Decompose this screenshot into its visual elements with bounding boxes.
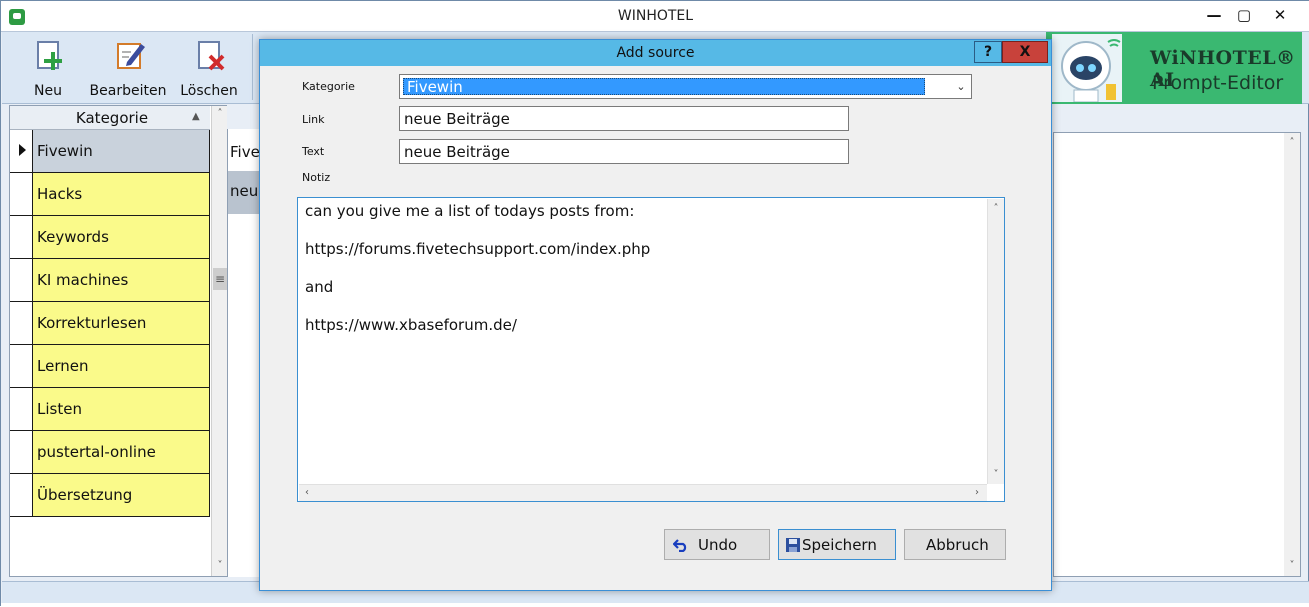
category-cell: Fivewin (33, 130, 210, 172)
notes-textarea[interactable]: can you give me a list of todays posts f… (297, 197, 1005, 502)
category-scrollbar[interactable]: ˄ ≡ ˅ (211, 106, 227, 576)
preview-panel: ˄ ˅ (1053, 132, 1301, 577)
scroll-thumb[interactable]: ≡ (213, 268, 227, 290)
scroll-left-icon[interactable]: ‹ (299, 485, 315, 501)
scroll-up-icon[interactable]: ˄ (1284, 135, 1300, 151)
save-button[interactable]: Speichern (778, 529, 896, 560)
delete-document-icon (198, 41, 225, 71)
category-rows: Fivewin Hacks Keywords KI machines Korre… (10, 130, 210, 517)
dialog-close-button[interactable]: X (1002, 41, 1048, 63)
save-label: Speichern (802, 536, 877, 554)
maximize-button[interactable]: ▢ (1227, 4, 1261, 28)
row-indicator (10, 302, 33, 344)
category-cell: Lernen (33, 345, 210, 387)
category-cell: KI machines (33, 259, 210, 301)
category-cell: Keywords (33, 216, 210, 258)
link-field[interactable]: neue Beiträge (399, 106, 849, 131)
toolbar-separator (252, 34, 253, 100)
preview-scrollbar[interactable]: ˄ ˅ (1284, 133, 1300, 576)
scroll-right-icon[interactable]: › (969, 485, 985, 501)
undo-label: Undo (698, 536, 738, 554)
category-cell: Korrekturlesen (33, 302, 210, 344)
chevron-down-icon[interactable]: ⌄ (952, 78, 970, 96)
new-button[interactable]: Neu (9, 32, 87, 104)
category-cell: Hacks (33, 173, 210, 215)
notes-vertical-scrollbar[interactable]: ˄ ˅ (987, 199, 1004, 484)
edit-button[interactable]: Bearbeiten (89, 32, 167, 104)
category-cell: Listen (33, 388, 210, 430)
minimize-button[interactable]: — (1197, 4, 1231, 28)
row-indicator-icon (10, 130, 33, 172)
category-header[interactable]: Kategorie ▲ (10, 106, 210, 130)
category-cell: Übersetzung (33, 474, 210, 516)
sort-ascending-icon: ▲ (192, 111, 200, 122)
category-row[interactable]: Lernen (10, 345, 210, 388)
category-row[interactable]: pustertal-online (10, 431, 210, 474)
cancel-label: Abbruch (926, 536, 989, 554)
notes-horizontal-scrollbar[interactable]: ‹ › (299, 484, 987, 501)
new-document-icon (37, 41, 62, 70)
delete-label: Löschen (180, 83, 238, 99)
row-indicator (10, 216, 33, 258)
row-indicator (10, 345, 33, 387)
category-row[interactable]: Übersetzung (10, 474, 210, 517)
row-indicator (10, 388, 33, 430)
undo-arrow-icon (673, 539, 687, 552)
category-row[interactable]: Fivewin (10, 130, 210, 173)
scroll-up-icon[interactable]: ˄ (988, 201, 1004, 217)
text-field[interactable]: neue Beiträge (399, 139, 849, 164)
row-indicator (10, 173, 33, 215)
scroll-down-icon[interactable]: ˅ (1284, 558, 1300, 574)
edit-label: Bearbeiten (89, 83, 167, 99)
scroll-down-icon[interactable]: ˅ (988, 467, 1004, 483)
ai-banner: WiNHOTEL® AI Prompt-Editor (1046, 32, 1302, 104)
scroll-down-icon[interactable]: ˅ (212, 558, 228, 574)
category-row[interactable]: Keywords (10, 216, 210, 259)
category-cell: pustertal-online (33, 431, 210, 473)
window-title: WINHOTEL (617, 8, 694, 24)
delete-button[interactable]: Löschen (170, 32, 248, 104)
row-indicator (10, 474, 33, 516)
notes-text: can you give me a list of todays posts f… (305, 202, 651, 334)
help-button[interactable]: ? (974, 41, 1002, 63)
floppy-disk-icon (786, 538, 800, 552)
category-label: Kategorie (302, 80, 355, 93)
row-indicator (10, 431, 33, 473)
dialog-title-bar: Add source ? X (260, 40, 1051, 66)
new-label: Neu (34, 83, 62, 99)
category-list: Kategorie ▲ Fivewin Hacks Keywords KI ma… (9, 105, 227, 577)
row-indicator (10, 259, 33, 301)
source-grid: Fivewin neue Beiträge (227, 129, 264, 577)
category-row[interactable]: Listen (10, 388, 210, 431)
scroll-up-icon[interactable]: ˄ (212, 106, 228, 122)
close-button[interactable]: ✕ (1263, 4, 1297, 28)
category-row[interactable]: Hacks (10, 173, 210, 216)
title-bar: WINHOTEL — ▢ ✕ (1, 1, 1309, 32)
text-label: Text (302, 145, 325, 158)
category-select[interactable]: Fivewin ⌄ (399, 74, 972, 99)
add-source-dialog: Add source ? X Kategorie Fivewin ⌄ Link … (259, 39, 1052, 591)
link-label: Link (302, 113, 325, 126)
category-select-value: Fivewin (403, 78, 925, 95)
cancel-button[interactable]: Abbruch (904, 529, 1006, 560)
notes-label: Notiz (302, 171, 331, 184)
taskbar-strip (1, 603, 1309, 607)
dialog-title: Add source (616, 45, 695, 61)
undo-button[interactable]: Undo (664, 529, 770, 560)
category-row[interactable]: KI machines (10, 259, 210, 302)
edit-pencil-icon (117, 43, 145, 69)
robot-mascot-icon (1052, 34, 1122, 102)
category-header-label: Kategorie (75, 109, 149, 127)
category-row[interactable]: Korrekturlesen (10, 302, 210, 345)
ai-subtitle: Prompt-Editor (1152, 72, 1284, 94)
